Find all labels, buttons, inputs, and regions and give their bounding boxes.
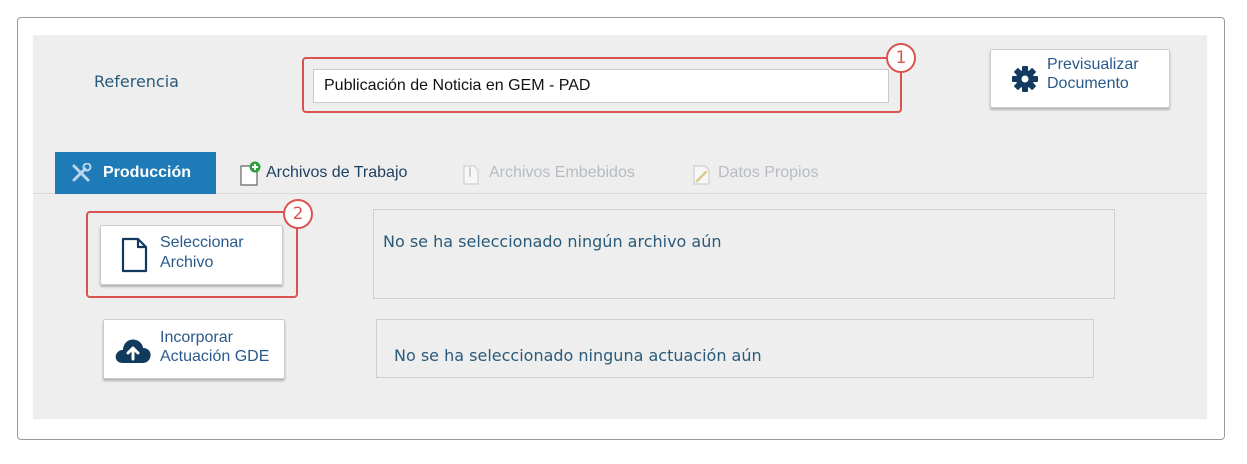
select-file-button[interactable]: Seleccionar Archivo: [100, 225, 283, 285]
callout-1-badge: 1: [886, 43, 916, 73]
preview-document-button[interactable]: Previsualizar Documento: [990, 49, 1170, 108]
selected-actuacion-status-box: No se ha seleccionado ninguna actuación …: [376, 319, 1094, 378]
tab-archivos-de-trabajo-label: Archivos de Trabajo: [266, 164, 408, 181]
selected-actuacion-status-text: No se ha seleccionado ninguna actuación …: [394, 346, 762, 365]
incorporate-label-line2: Actuación GDE: [160, 348, 270, 365]
incorporate-label-line1: Incorporar: [160, 329, 233, 346]
tools-icon: [71, 162, 93, 188]
gear-icon: [1011, 65, 1039, 98]
tab-archivos-embebidos-label: Archivos Embebidos: [489, 164, 635, 181]
preview-label-line1: Previsualizar: [1047, 56, 1139, 73]
tab-datos-propios: Datos Propios: [688, 152, 838, 194]
preview-label-line2: Documento: [1047, 75, 1129, 92]
tab-datos-propios-label: Datos Propios: [718, 164, 819, 181]
attachment-icon: [460, 162, 482, 191]
tab-archivos-embebidos: Archivos Embebidos: [458, 152, 668, 194]
selected-file-status-text: No se ha seleccionado ningún archivo aún: [383, 232, 722, 251]
tab-archivos-de-trabajo[interactable]: Archivos de Trabajo: [236, 152, 436, 194]
tab-produccion[interactable]: Producción: [55, 152, 216, 194]
incorporate-actuacion-button[interactable]: Incorporar Actuación GDE: [103, 319, 285, 379]
cloud-upload-icon: [113, 335, 153, 370]
tab-produccion-label: Producción: [103, 164, 192, 181]
document-add-icon: [238, 161, 264, 192]
edit-document-icon: [690, 162, 714, 191]
referencia-input[interactable]: [313, 69, 889, 103]
selected-file-status-box: No se ha seleccionado ningún archivo aún: [373, 209, 1115, 299]
referencia-label: Referencia: [94, 72, 179, 91]
select-file-label-line1: Seleccionar: [160, 234, 244, 251]
select-file-label-line2: Archivo: [160, 254, 214, 271]
callout-2-badge: 2: [283, 199, 313, 229]
file-icon: [120, 237, 148, 278]
